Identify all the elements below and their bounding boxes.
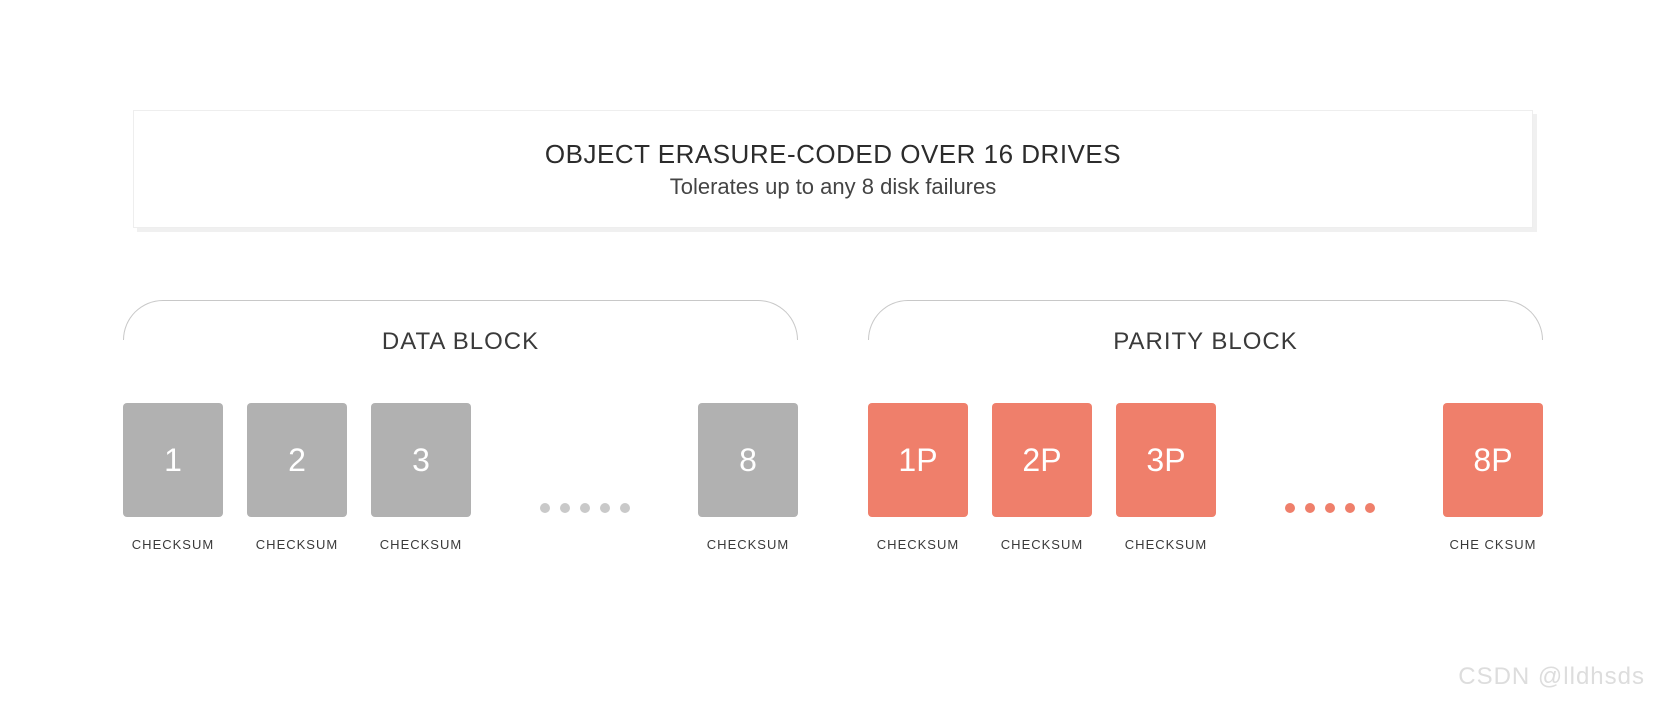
- dot-icon: [540, 503, 550, 513]
- data-group-label: DATA BLOCK: [360, 328, 561, 356]
- parity-block-group: PARITY BLOCK 1P CHECKSUM 2P CHECKSUM 3P …: [868, 300, 1543, 552]
- data-block-col: 1 CHECKSUM: [123, 403, 223, 552]
- dot-icon: [1345, 503, 1355, 513]
- parity-block-col: 2P CHECKSUM: [992, 403, 1092, 552]
- checksum-label: CHECKSUM: [707, 537, 789, 552]
- parity-block-col: 3P CHECKSUM: [1116, 403, 1216, 552]
- checksum-label: CHECKSUM: [1001, 537, 1083, 552]
- header-subtitle: Tolerates up to any 8 disk failures: [670, 174, 997, 200]
- parity-group-label: PARITY BLOCK: [1091, 328, 1320, 356]
- data-block: 1: [123, 403, 223, 517]
- parity-block: 2P: [992, 403, 1092, 517]
- dot-icon: [620, 503, 630, 513]
- data-block: 8: [698, 403, 798, 517]
- checksum-label: CHECKSUM: [380, 537, 462, 552]
- watermark: CSDN @lldhsds: [1458, 663, 1645, 691]
- header-box: OBJECT ERASURE-CODED OVER 16 DRIVES Tole…: [133, 110, 1533, 228]
- data-block-col: 3 CHECKSUM: [371, 403, 471, 552]
- parity-block-col: 1P CHECKSUM: [868, 403, 968, 552]
- data-block: 2: [247, 403, 347, 517]
- parity-block: 1P: [868, 403, 968, 517]
- data-block: 3: [371, 403, 471, 517]
- data-ellipsis: [495, 403, 674, 517]
- dot-icon: [1365, 503, 1375, 513]
- parity-ellipsis: [1240, 403, 1419, 517]
- parity-block: 3P: [1116, 403, 1216, 517]
- data-blocks-row: 1 CHECKSUM 2 CHECKSUM 3 CHECKSUM 8 CHECK…: [123, 403, 798, 552]
- data-block-group: DATA BLOCK 1 CHECKSUM 2 CHECKSUM 3 CHECK…: [123, 300, 798, 552]
- checksum-label: CHE CKSUM: [1449, 537, 1536, 552]
- dot-icon: [1305, 503, 1315, 513]
- checksum-label: CHECKSUM: [877, 537, 959, 552]
- parity-block-col: 8P CHE CKSUM: [1443, 403, 1543, 552]
- dot-icon: [600, 503, 610, 513]
- dot-icon: [1285, 503, 1295, 513]
- data-block-col: 8 CHECKSUM: [698, 403, 798, 552]
- checksum-label: CHECKSUM: [1125, 537, 1207, 552]
- data-block-col: 2 CHECKSUM: [247, 403, 347, 552]
- parity-blocks-row: 1P CHECKSUM 2P CHECKSUM 3P CHECKSUM 8P C…: [868, 403, 1543, 552]
- parity-block: 8P: [1443, 403, 1543, 517]
- checksum-label: CHECKSUM: [132, 537, 214, 552]
- dot-icon: [580, 503, 590, 513]
- dot-icon: [1325, 503, 1335, 513]
- dot-icon: [560, 503, 570, 513]
- header-title: OBJECT ERASURE-CODED OVER 16 DRIVES: [545, 139, 1121, 170]
- groups-row: DATA BLOCK 1 CHECKSUM 2 CHECKSUM 3 CHECK…: [123, 300, 1543, 552]
- checksum-label: CHECKSUM: [256, 537, 338, 552]
